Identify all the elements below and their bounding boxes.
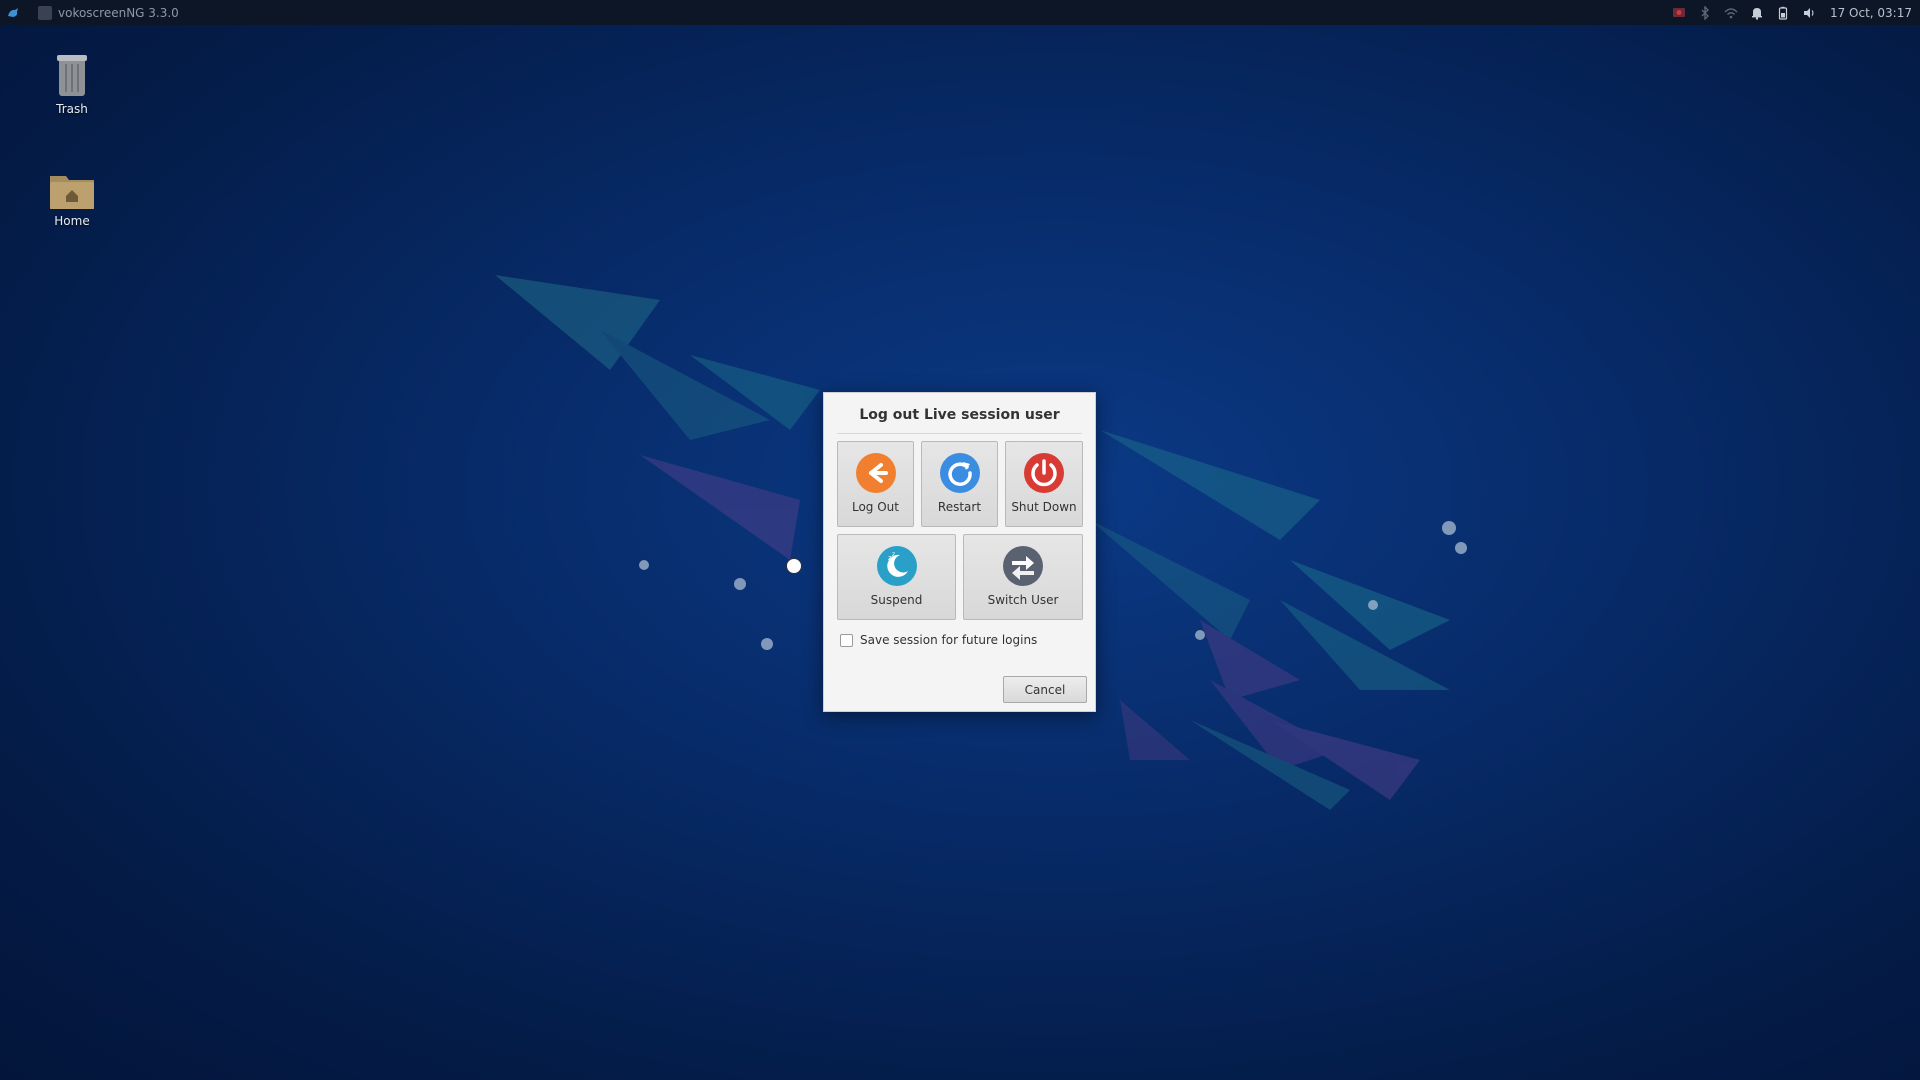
taskbar-window-title: vokoscreenNG 3.3.0 xyxy=(58,5,179,20)
desktop-icon-trash[interactable]: Trash xyxy=(27,52,117,116)
divider xyxy=(837,433,1082,434)
save-session-checkbox[interactable] xyxy=(840,633,853,647)
battery-icon[interactable] xyxy=(1776,6,1790,20)
notification-bell-icon[interactable] xyxy=(1750,6,1764,20)
svg-text:z: z xyxy=(892,551,895,558)
suspend-button[interactable]: z z Suspend xyxy=(837,534,956,620)
panel-clock[interactable]: 17 Oct, 03:17 xyxy=(1830,6,1912,20)
xfce-mouse-icon xyxy=(8,7,18,17)
restart-button[interactable]: Restart xyxy=(921,441,998,527)
system-tray: 17 Oct, 03:17 xyxy=(1672,0,1912,25)
top-panel: vokoscreenNG 3.3.0 17 Oct, 03:17 xyxy=(0,0,1920,25)
switch-user-button[interactable]: Switch User xyxy=(963,534,1083,620)
action-label: Switch User xyxy=(987,593,1059,607)
action-label: Shut Down xyxy=(1011,500,1077,514)
action-label: Log Out xyxy=(851,500,899,514)
home-folder-icon xyxy=(50,176,94,209)
screen-record-icon[interactable] xyxy=(1672,6,1686,20)
desktop-icon-label: Trash xyxy=(56,102,88,116)
power-icon xyxy=(1024,453,1064,493)
trash-icon xyxy=(57,55,87,96)
switch-user-icon xyxy=(1003,546,1043,586)
network-icon[interactable] xyxy=(1724,6,1738,20)
suspend-moon-icon: z z xyxy=(876,546,917,586)
shut-down-button[interactable]: Shut Down xyxy=(1005,441,1083,527)
restart-icon xyxy=(939,453,980,493)
desktop-icon-label: Home xyxy=(54,214,90,228)
volume-icon[interactable] xyxy=(1802,6,1816,20)
save-session-option[interactable]: Save session for future logins xyxy=(840,633,1037,647)
log-out-button[interactable]: Log Out xyxy=(837,441,914,527)
applications-menu-button[interactable] xyxy=(2,2,24,24)
bluetooth-icon[interactable] xyxy=(1698,5,1712,20)
logout-arrow-icon xyxy=(855,453,896,493)
desktop-icon-home[interactable]: Home xyxy=(27,170,117,228)
mouse-cursor xyxy=(786,558,802,574)
cancel-button[interactable]: Cancel xyxy=(1003,676,1087,703)
save-session-label: Save session for future logins xyxy=(860,633,1038,647)
vokoscreen-app-icon xyxy=(38,5,52,20)
action-label: Restart xyxy=(937,500,982,514)
action-label: Suspend xyxy=(870,593,923,607)
dialog-title: Log out Live session user xyxy=(859,407,1060,423)
taskbar-window-button[interactable]: vokoscreenNG 3.3.0 xyxy=(38,5,179,20)
logout-dialog: Log out Live session user Log Out Restar… xyxy=(823,392,1096,712)
